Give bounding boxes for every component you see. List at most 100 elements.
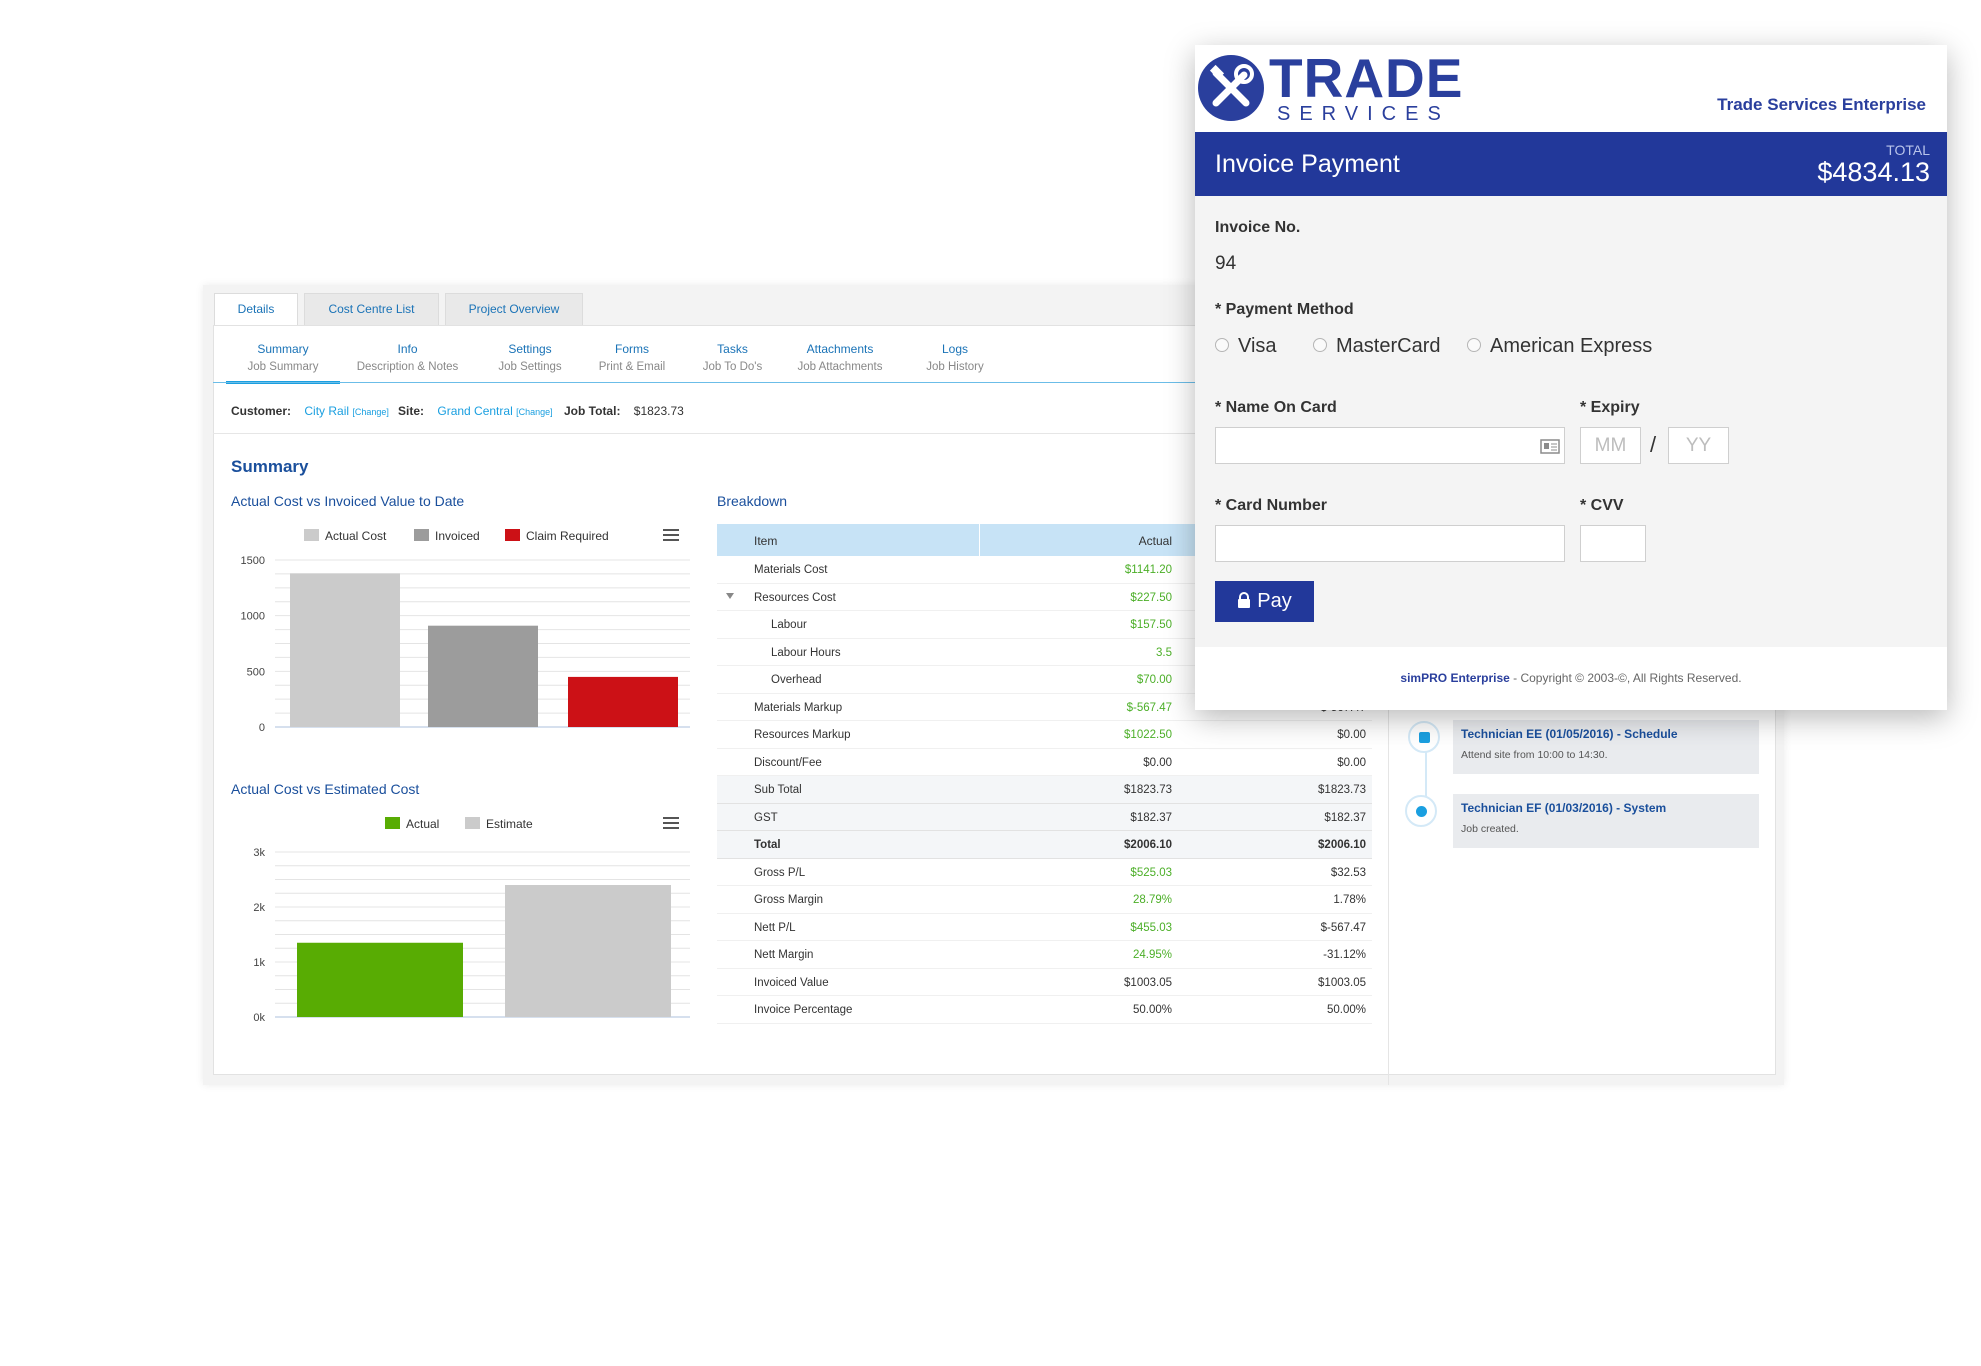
site-change-link[interactable]: [Change] (516, 407, 553, 417)
subnav-summary[interactable]: Summary Job Summary (226, 340, 340, 384)
system-icon (1405, 795, 1437, 827)
breakdown-row-actual: $2006.10 (1124, 839, 1172, 851)
chart1-legend-invoiced: Invoiced (414, 529, 480, 543)
y-tick-label: 500 (247, 666, 265, 678)
y-tick-label: 1000 (241, 611, 265, 623)
subnav-info-title: Info (397, 342, 418, 356)
breakdown-row: GST $182.37 $182.37 (717, 803, 1372, 831)
radio-amex-circle[interactable] (1467, 338, 1481, 352)
breakdown-row-label: Resources Markup (754, 729, 851, 741)
breakdown-row-estimate: 50.00% (1326, 1004, 1366, 1016)
y-tick-label: 1k (253, 957, 265, 969)
radio-visa-circle[interactable] (1215, 338, 1229, 352)
subnav-attachments-subtitle: Job Attachments (797, 361, 883, 373)
breakdown-row-label: Gross Margin (754, 894, 824, 906)
logo-services: SERVICES (1277, 103, 1450, 125)
radio-american-express[interactable]: American Express (1467, 335, 1652, 358)
breakdown-row-estimate: $2006.10 (1318, 839, 1366, 851)
breakdown-row-label: Gross P/L (754, 866, 806, 879)
name-on-card-input[interactable] (1215, 427, 1565, 464)
breakdown-title: Breakdown (717, 493, 788, 509)
y-tick-label: 3k (253, 847, 265, 859)
customer-change-link[interactable]: [Change] (352, 407, 389, 417)
breakdown-row: Total $2006.10 $2006.10 (717, 831, 1372, 859)
collapse-caret-icon[interactable] (726, 592, 734, 599)
breakdown-row-label: Materials Cost (754, 564, 828, 576)
chart2-legend-actual-label: Actual (406, 817, 440, 831)
y-tick-label: 0 (259, 722, 265, 734)
breakdown-row-estimate: $-567.47 (1320, 921, 1366, 934)
brand-tagline: Trade Services Enterprise (1717, 95, 1926, 114)
tools-icon (1198, 55, 1264, 121)
site-link[interactable]: Grand Central (437, 404, 512, 418)
total-label: TOTAL (1886, 142, 1930, 158)
breakdown-row: Gross Margin 28.79% 1.78% (717, 886, 1372, 914)
chart1-menu-icon[interactable] (663, 529, 679, 541)
payment-method-label: * Payment Method (1215, 301, 1354, 318)
bar-actual-cost[interactable] (290, 573, 400, 727)
y-tick-label: 2k (253, 902, 265, 914)
tab-cost-centre-list[interactable]: Cost Centre List (304, 293, 439, 326)
breakdown-row-actual: 3.5 (1156, 646, 1172, 659)
timeline-entry-text: Attend site from 10:00 to 14:30. (1461, 749, 1608, 761)
expiry-label: * Expiry (1580, 399, 1640, 416)
modal-footer: simPRO Enterprise - Copyright © 2003-©, … (1195, 647, 1947, 710)
subnav-settings[interactable]: Settings Job Settings (490, 340, 570, 376)
cvv-label: * CVV (1580, 497, 1624, 514)
breakdown-row-label: Labour Hours (771, 646, 841, 659)
breakdown-row-actual: $1003.05 (1124, 976, 1172, 989)
breakdown-row-estimate: 1.78% (1333, 894, 1366, 906)
radio-mastercard-circle[interactable] (1313, 338, 1327, 352)
breakdown-row-estimate: $1003.05 (1318, 976, 1366, 989)
summary-heading: Summary (231, 457, 309, 476)
expiry-year-input[interactable] (1668, 427, 1729, 464)
timeline-entry[interactable]: Technician EF (01/03/2016) - System Job … (1453, 794, 1759, 848)
subnav-attachments[interactable]: Attachments Job Attachments (790, 340, 890, 376)
subnav-tasks-title: Tasks (717, 342, 748, 356)
breakdown-row-estimate: $182.37 (1324, 811, 1366, 824)
breakdown-row-label: Discount/Fee (754, 756, 822, 769)
bar-actual[interactable] (297, 942, 463, 1017)
breakdown-row-label: Nett P/L (754, 921, 796, 934)
breakdown-row-estimate: -31.12% (1323, 949, 1366, 961)
subnav-forms[interactable]: Forms Print & Email (592, 340, 672, 376)
cvv-input[interactable] (1580, 525, 1646, 562)
bar-claim-required[interactable] (568, 676, 678, 727)
contact-card-icon (1540, 439, 1560, 454)
job-total-value: $1823.73 (633, 404, 684, 418)
subnav-tasks[interactable]: Tasks Job To Do's (695, 340, 770, 376)
breakdown-row-label: Invoiced Value (754, 976, 829, 989)
modal-body: Invoice No. 94 * Payment Method Visa Mas… (1195, 196, 1947, 647)
breakdown-row: Sub Total $1823.73 $1823.73 (717, 776, 1372, 804)
chart1-legend-claim-required-label: Claim Required (526, 529, 609, 543)
radio-mastercard[interactable]: MasterCard (1313, 335, 1440, 358)
tab-project-overview[interactable]: Project Overview (445, 293, 583, 326)
chart1-plot: 1500 1000 500 0 (241, 555, 690, 734)
breakdown-row-actual: $182.37 (1130, 811, 1172, 824)
y-tick-label: 0k (253, 1012, 265, 1024)
bar-invoiced[interactable] (428, 625, 538, 727)
breakdown-row-actual: 28.79% (1132, 894, 1172, 906)
breakdown-row-actual: $-567.47 (1126, 701, 1172, 714)
breakdown-row-actual: $0.00 (1143, 756, 1172, 769)
expiry-month-input[interactable] (1580, 427, 1641, 464)
subnav-logs[interactable]: Logs Job History (915, 340, 995, 376)
customer-link[interactable]: City Rail (304, 404, 349, 418)
pay-button[interactable]: Pay (1215, 581, 1314, 622)
breakdown-row-actual: $1022.50 (1124, 729, 1172, 741)
radio-visa[interactable]: Visa (1215, 335, 1277, 358)
chart2-title: Actual Cost vs Estimated Cost (231, 781, 420, 797)
tab-details[interactable]: Details (214, 293, 298, 327)
breakdown-row-label: Nett Margin (754, 949, 814, 961)
breakdown-col-actual: Actual (1138, 534, 1172, 548)
timeline-entry[interactable]: Technician EE (01/05/2016) - Schedule At… (1453, 720, 1759, 774)
subnav-info[interactable]: Info Description & Notes (350, 340, 465, 376)
breakdown-row-label: GST (754, 811, 778, 824)
chart2-menu-icon[interactable] (663, 817, 679, 829)
chart1-legend-actual-cost: Actual Cost (304, 529, 386, 543)
card-number-input[interactable] (1215, 525, 1565, 562)
bar-estimate[interactable] (505, 885, 671, 1017)
breakdown-row-label: Sub Total (754, 784, 802, 796)
calendar-icon (1408, 721, 1440, 753)
chart2-legend-estimate-label: Estimate (486, 817, 533, 831)
